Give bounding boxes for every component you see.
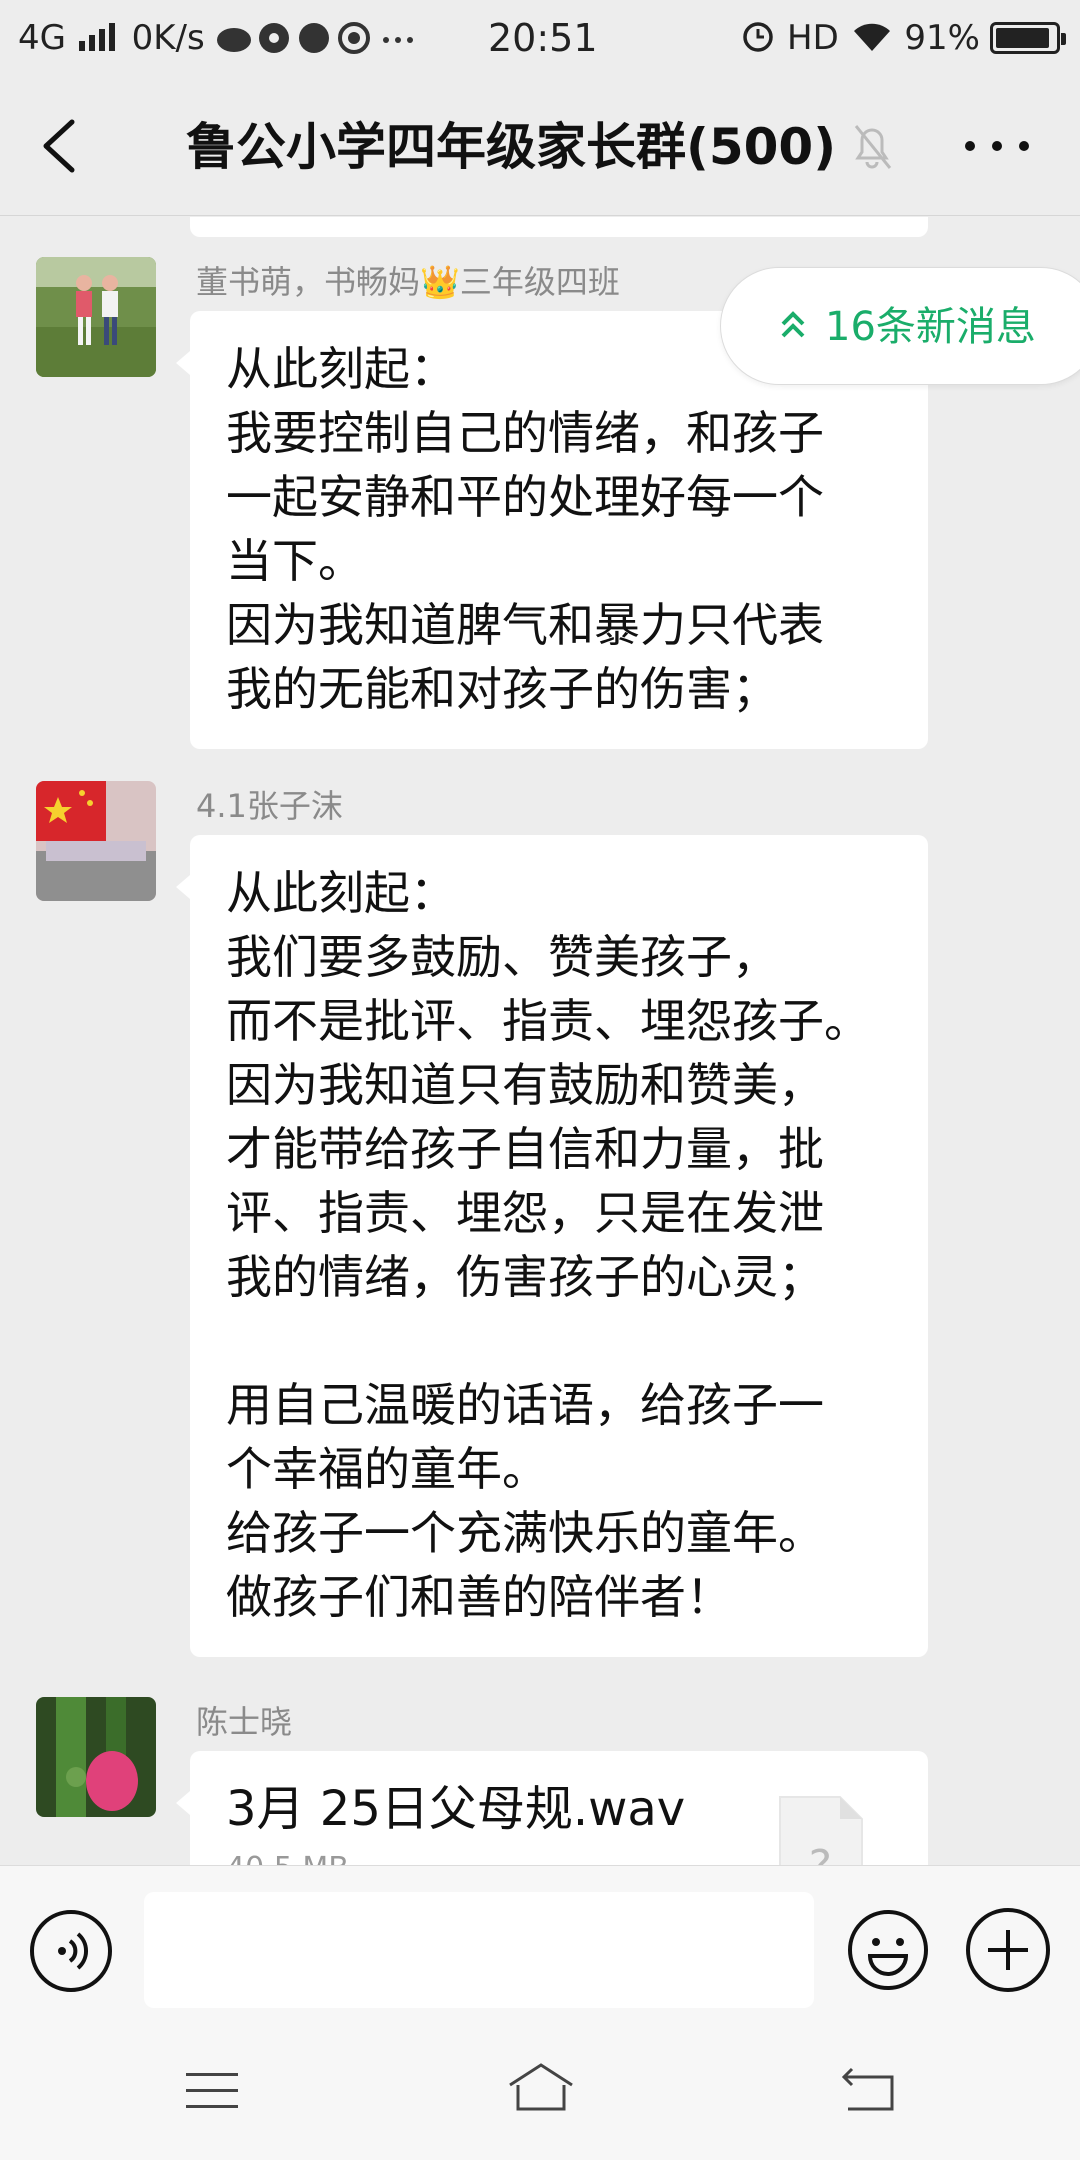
system-navigation <box>0 2015 1080 2160</box>
battery-nub <box>1061 33 1066 45</box>
sender-name: 4.1张子沫 <box>196 787 343 825</box>
status-right: HD 91% <box>740 14 980 62</box>
alarm-icon <box>743 22 773 52</box>
message-input[interactable] <box>144 1892 814 2008</box>
battery-icon <box>990 22 1066 54</box>
avatar-photo <box>36 1697 156 1817</box>
message-bubble[interactable]: 从此刻起： 我们要多鼓励、赞美孩子， 而不是批评、指责、埋怨孩子。 因为我知道只… <box>176 835 928 1657</box>
emoji-icon[interactable] <box>846 1908 930 1992</box>
avatar-sender-3[interactable] <box>36 1697 156 1817</box>
hd-badge: HD <box>787 18 839 58</box>
new-messages-label: 16条新消息 <box>825 304 1036 350</box>
avatar-photo <box>36 781 156 901</box>
menu-icon[interactable] <box>186 2071 238 2111</box>
back-icon[interactable] <box>840 2065 896 2113</box>
network-status: 4G 0K/s <box>18 14 205 62</box>
more-dots-icon[interactable] <box>962 136 1032 156</box>
sender-name: 陈士晓 <box>196 1703 293 1741</box>
new-messages-button[interactable]: 16条新消息 <box>720 267 1080 385</box>
plus-icon[interactable] <box>966 1908 1050 1992</box>
back-arrow-icon[interactable] <box>30 114 90 178</box>
file-type-label: ? <box>809 1841 832 1865</box>
avatar-sender-1[interactable] <box>36 257 156 377</box>
home-icon[interactable] <box>506 2061 576 2113</box>
chat-title: 鲁公小学四年级家长群(500) <box>186 118 837 176</box>
previous-message-bubble[interactable] <box>190 217 928 237</box>
status-bar: 4G 0K/s 20:51 HD 91% <box>0 0 1080 76</box>
avatar-photo <box>36 257 156 377</box>
network-type: 4G <box>18 18 66 58</box>
network-speed: 0K/s <box>131 18 205 58</box>
battery-percent: 91% <box>904 18 980 58</box>
voice-icon <box>58 1932 89 1970</box>
message-text: 从此刻起： 我要控制自己的情绪，和孩子 一起安静和平的处理好每一个 当下。 因为… <box>226 342 824 716</box>
file-message-bubble[interactable]: 3月 25日父母规.wav 40.5 MB ? <box>176 1751 928 1865</box>
double-chevron-up-icon <box>781 311 805 338</box>
mute-bell-icon <box>854 125 892 169</box>
app-notification-icons <box>217 22 413 54</box>
signal-icon <box>78 23 115 51</box>
battery-fill <box>996 28 1049 48</box>
chat-header: 鲁公小学四年级家长群(500) <box>0 76 1080 216</box>
wifi-icon <box>853 23 890 51</box>
voice-button[interactable] <box>30 1910 112 1992</box>
avatar-sender-2[interactable] <box>36 781 156 901</box>
input-bar <box>0 1865 1080 2015</box>
sender-name: 董书萌，书畅妈👑三年级四班 <box>196 263 620 301</box>
clock: 20:51 <box>488 16 598 60</box>
message-text: 从此刻起： 我们要多鼓励、赞美孩子， 而不是批评、指责、埋怨孩子。 因为我知道只… <box>226 866 870 1624</box>
chat-messages[interactable]: 董书萌，书畅妈👑三年级四班 从此刻起： 我要控制自己的情绪，和孩子 一起安静和平… <box>0 217 1080 1865</box>
